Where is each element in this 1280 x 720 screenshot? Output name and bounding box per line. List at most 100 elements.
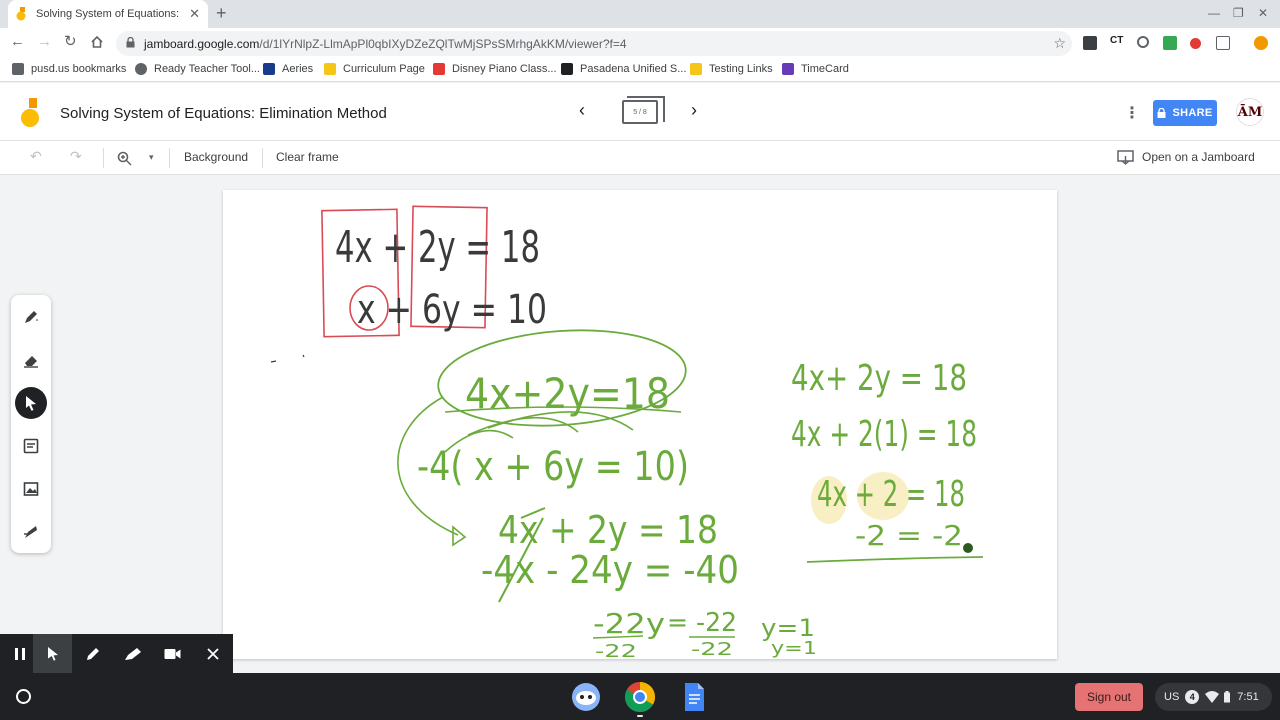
pause-icon — [14, 647, 25, 660]
qr-extension-icon[interactable] — [1083, 36, 1097, 50]
image-icon — [23, 482, 39, 496]
bookmark-item[interactable]: Disney Piano Class... — [433, 63, 557, 75]
back-icon[interactable]: ← — [10, 34, 25, 50]
stray-marks — [270, 354, 305, 363]
pen-tool[interactable] — [15, 301, 47, 333]
elimination-step-3-left: -22y — [593, 607, 665, 640]
restore-icon[interactable]: ❐ — [1233, 6, 1244, 20]
lock-icon — [126, 37, 135, 48]
reload-icon[interactable]: ↻ — [64, 34, 77, 50]
undo-icon[interactable]: ↶ — [30, 148, 42, 165]
close-icon — [206, 647, 219, 660]
bookmark-item[interactable]: Curriculum Page — [324, 63, 425, 75]
background-button[interactable]: Background — [184, 150, 248, 164]
more-options-icon[interactable]: ⋮ — [1124, 103, 1140, 123]
status-tray[interactable]: US 4 7:51 — [1155, 683, 1272, 711]
zoom-icon[interactable] — [117, 151, 132, 166]
page-icon — [690, 63, 702, 75]
document-title: Solving System of Equations: Elimination… — [60, 105, 387, 122]
aeries-icon — [263, 63, 275, 75]
substitution-underline — [806, 556, 984, 563]
pointer-button[interactable] — [33, 634, 72, 673]
laser-tool[interactable] — [15, 516, 47, 548]
frame-bar-button[interactable]: 5 / 8 — [622, 96, 665, 124]
open-on-jamboard-button[interactable]: Open on a Jamboard — [1142, 150, 1255, 164]
select-tool[interactable] — [15, 387, 47, 419]
new-tab-icon[interactable]: + — [216, 4, 227, 22]
share-button[interactable]: SHARE — [1153, 100, 1217, 126]
jamboard-toolbar: ↶ ↷ ▾ Background Clear frame Open on a J… — [0, 141, 1280, 175]
image-tool[interactable] — [15, 473, 47, 505]
browser-tab[interactable]: Solving System of Equations: Eli ✕ — [8, 0, 208, 28]
tab-close-icon[interactable]: ✕ — [189, 6, 200, 22]
record-extension-icon[interactable] — [1190, 38, 1201, 49]
toolbar-divider — [169, 148, 170, 168]
pen-cursor-icon — [963, 543, 973, 553]
bookmark-item[interactable]: pusd.us bookmarks — [12, 63, 126, 75]
bookmark-item[interactable]: Aeries — [263, 63, 313, 75]
tool-palette — [11, 295, 51, 553]
annotate-pen-button[interactable] — [73, 634, 112, 673]
green-extension-icon[interactable] — [1163, 36, 1177, 50]
frame-indicator: 5 / 8 — [633, 108, 647, 116]
apps-extension-icon[interactable] — [1216, 36, 1230, 50]
globe-icon — [135, 63, 147, 75]
sticky-note-icon — [23, 438, 39, 454]
window-close-icon[interactable]: ✕ — [1258, 6, 1268, 20]
pointer-icon — [47, 647, 58, 661]
camera-button[interactable] — [153, 634, 192, 673]
account-avatar[interactable]: ĀM — [1236, 98, 1264, 126]
forward-icon[interactable]: → — [37, 34, 52, 50]
address-bar[interactable]: jamboard.google.com/d/1lYrNlpZ-LlmApPl0q… — [116, 31, 1072, 56]
pen-icon — [25, 311, 38, 323]
redo-icon[interactable]: ↷ — [70, 148, 82, 165]
page-icon — [324, 63, 336, 75]
eraser-tool[interactable] — [15, 344, 47, 376]
toolbar-divider — [103, 148, 104, 168]
bookmarks-bar: pusd.us bookmarks Ready Teacher Tool... … — [0, 58, 1280, 82]
notification-count: 4 — [1185, 690, 1200, 704]
chrome-icon[interactable] — [624, 681, 656, 713]
jamboard-header: Solving System of Equations: Elimination… — [0, 83, 1280, 141]
equation-1: 4x + 2y = 18 — [335, 222, 540, 273]
bookmark-item[interactable]: Ready Teacher Tool... — [135, 63, 260, 75]
previous-frame-icon[interactable]: ‹ — [579, 100, 585, 121]
bookmark-item[interactable]: TimeCard — [782, 63, 849, 75]
minimize-icon[interactable]: — — [1208, 6, 1220, 20]
next-frame-icon[interactable]: › — [691, 100, 697, 121]
update-alert-icon[interactable] — [1254, 36, 1268, 50]
zoom-dropdown-icon[interactable]: ▾ — [149, 152, 154, 163]
divisor-left: -22 — [595, 641, 637, 659]
clock: 7:51 — [1237, 691, 1259, 703]
equation-2: x + 6y = 10 — [357, 287, 547, 333]
bookmark-star-icon[interactable]: ☆ — [1053, 35, 1066, 52]
arrow-head — [452, 525, 467, 547]
substitution-step-4: -2 = -2 — [855, 519, 963, 552]
close-recorder-button[interactable] — [193, 634, 232, 673]
bookmark-item[interactable]: Pasadena Unified S... — [561, 63, 686, 75]
power-extension-icon[interactable] — [1137, 36, 1149, 48]
running-indicator — [637, 715, 643, 717]
cast-icon[interactable] — [1117, 150, 1134, 165]
sign-out-button[interactable]: Sign out — [1075, 683, 1143, 711]
google-docs-icon[interactable] — [678, 681, 710, 713]
highlighter-button[interactable] — [113, 634, 152, 673]
pen-icon — [86, 647, 99, 660]
elimination-step-3-right: = -22 — [667, 608, 737, 638]
ct-extension-icon[interactable]: CT — [1110, 35, 1124, 49]
lock-icon — [1157, 108, 1166, 118]
folder-icon — [12, 63, 24, 75]
jamboard-favicon-icon — [16, 7, 26, 21]
home-icon[interactable] — [90, 35, 104, 49]
bookmark-item[interactable]: Testing Links — [690, 63, 773, 75]
jamboard-logo-icon — [21, 98, 39, 127]
clear-frame-button[interactable]: Clear frame — [276, 150, 339, 164]
elimination-step-2: -4x - 24y = -40 — [481, 548, 739, 592]
equation-top-circled: 4x+2y=18 — [465, 369, 670, 418]
launcher-icon[interactable] — [16, 689, 31, 704]
blackboard-icon — [561, 63, 573, 75]
equation-multiplied: -4( x + 6y = 10) — [417, 444, 689, 490]
substitution-step-1: 4x+ 2y = 18 — [791, 358, 967, 399]
finder-app-icon[interactable] — [570, 681, 602, 713]
sticky-note-tool[interactable] — [15, 430, 47, 462]
